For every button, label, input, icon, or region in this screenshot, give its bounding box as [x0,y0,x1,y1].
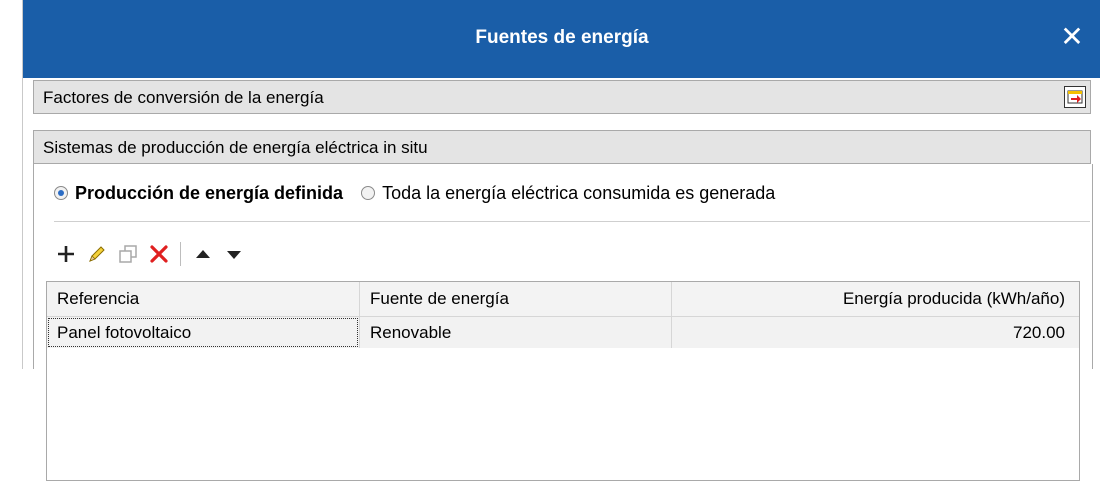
toolbar-separator [180,242,181,266]
radio-unchecked-icon[interactable] [361,186,376,200]
move-down-icon[interactable] [220,240,248,268]
add-icon[interactable] [52,240,80,268]
cell-reference[interactable]: Panel fotovoltaico [47,317,359,348]
radio-checked-icon[interactable] [54,186,68,200]
dialog-title: Fuentes de energía [475,27,649,48]
radio-defined-production-label: Producción de energía definida [75,182,344,203]
export-icon[interactable] [1064,86,1086,108]
move-up-icon[interactable] [189,240,217,268]
radio-all-generated[interactable]: Toda la energía eléctrica consumida es g… [361,183,775,204]
dialog-body: Factores de conversión de la energía Sis… [23,78,1100,481]
energy-sources-dialog: Fuentes de energía ✕ Factores de convers… [22,0,1100,481]
section-production-label: Sistemas de producción de energía eléctr… [43,138,428,157]
production-panel: Producción de energía definida Toda la e… [33,164,1093,481]
copy-icon[interactable] [114,240,142,268]
column-header-reference[interactable]: Referencia [47,282,359,316]
titlebar: Fuentes de energía ✕ [23,0,1100,78]
divider [54,221,1090,222]
table-row[interactable]: Panel fotovoltaico Renovable 720.00 [47,317,1079,348]
delete-icon[interactable] [145,240,173,268]
production-mode-radio-group: Producción de energía definida Toda la e… [54,181,775,205]
column-header-energy-produced[interactable]: Energía producida (kWh/año) [671,282,1079,316]
table-header: Referencia Fuente de energía Energía pro… [47,282,1079,317]
edit-icon[interactable] [83,240,111,268]
section-onsite-production[interactable]: Sistemas de producción de energía eléctr… [33,130,1091,164]
close-icon[interactable]: ✕ [1057,22,1087,52]
energy-production-table: Referencia Fuente de energía Energía pro… [46,281,1080,481]
radio-defined-production[interactable]: Producción de energía definida [54,183,343,204]
table-toolbar [52,238,251,270]
radio-all-generated-label: Toda la energía eléctrica consumida es g… [382,182,776,203]
cell-energy-produced[interactable]: 720.00 [671,317,1079,348]
column-header-energy-source[interactable]: Fuente de energía [359,282,671,316]
section-conversion-label: Factores de conversión de la energía [43,88,324,107]
section-conversion-factors[interactable]: Factores de conversión de la energía [33,80,1091,114]
cell-energy-source[interactable]: Renovable [359,317,671,348]
